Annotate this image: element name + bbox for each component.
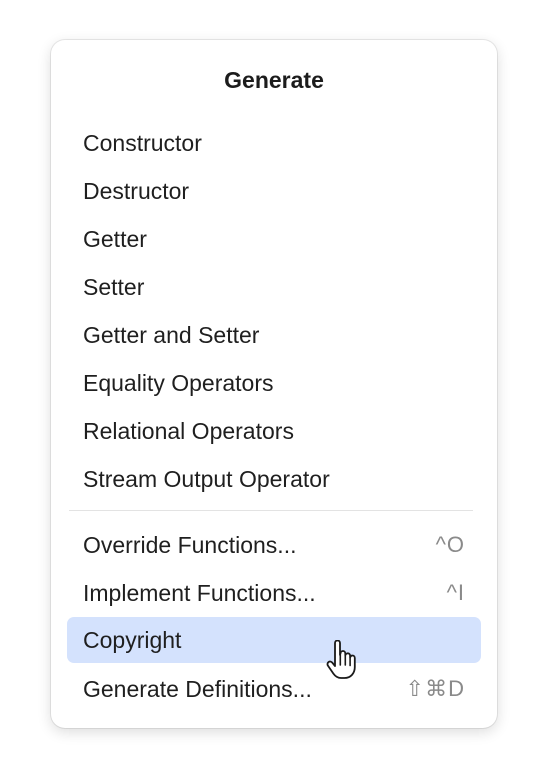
menu-item-getter[interactable]: Getter	[67, 216, 481, 262]
menu-item-label: Setter	[83, 274, 145, 300]
menu-item-label: Generate Definitions...	[83, 676, 312, 702]
menu-title: Generate	[224, 67, 324, 93]
menu-item-stream-output-operator[interactable]: Stream Output Operator	[67, 456, 481, 502]
menu-item-destructor[interactable]: Destructor	[67, 168, 481, 214]
menu-item-label: Override Functions...	[83, 532, 297, 558]
menu-item-setter[interactable]: Setter	[67, 264, 481, 310]
generate-popup-menu: Generate Constructor Destructor Getter S…	[51, 40, 497, 728]
menu-item-label: Constructor	[83, 130, 202, 156]
menu-item-shortcut: ^I	[446, 580, 465, 605]
menu-item-generate-definitions[interactable]: Generate Definitions... ⇧⌘D	[67, 666, 481, 712]
menu-item-shortcut: ^O	[435, 532, 465, 557]
menu-separator	[69, 510, 473, 511]
menu-item-label: Relational Operators	[83, 418, 294, 444]
menu-item-shortcut: ⇧⌘D	[405, 676, 465, 701]
menu-item-implement-functions[interactable]: Implement Functions... ^I	[67, 570, 481, 616]
menu-item-copyright[interactable]: Copyright	[67, 617, 481, 663]
menu-item-getter-and-setter[interactable]: Getter and Setter	[67, 312, 481, 358]
hand-pointer-icon	[325, 639, 359, 680]
menu-item-constructor[interactable]: Constructor	[67, 120, 481, 166]
menu-item-equality-operators[interactable]: Equality Operators	[67, 360, 481, 406]
menu-item-label: Equality Operators	[83, 370, 274, 396]
menu-item-label: Stream Output Operator	[83, 466, 330, 492]
menu-item-label: Copyright	[83, 627, 182, 653]
menu-item-label: Getter and Setter	[83, 322, 260, 348]
menu-item-label: Getter	[83, 226, 147, 252]
menu-item-label: Implement Functions...	[83, 580, 316, 606]
menu-item-label: Destructor	[83, 178, 190, 204]
menu-item-override-functions[interactable]: Override Functions... ^O	[67, 522, 481, 568]
menu-item-relational-operators[interactable]: Relational Operators	[67, 408, 481, 454]
